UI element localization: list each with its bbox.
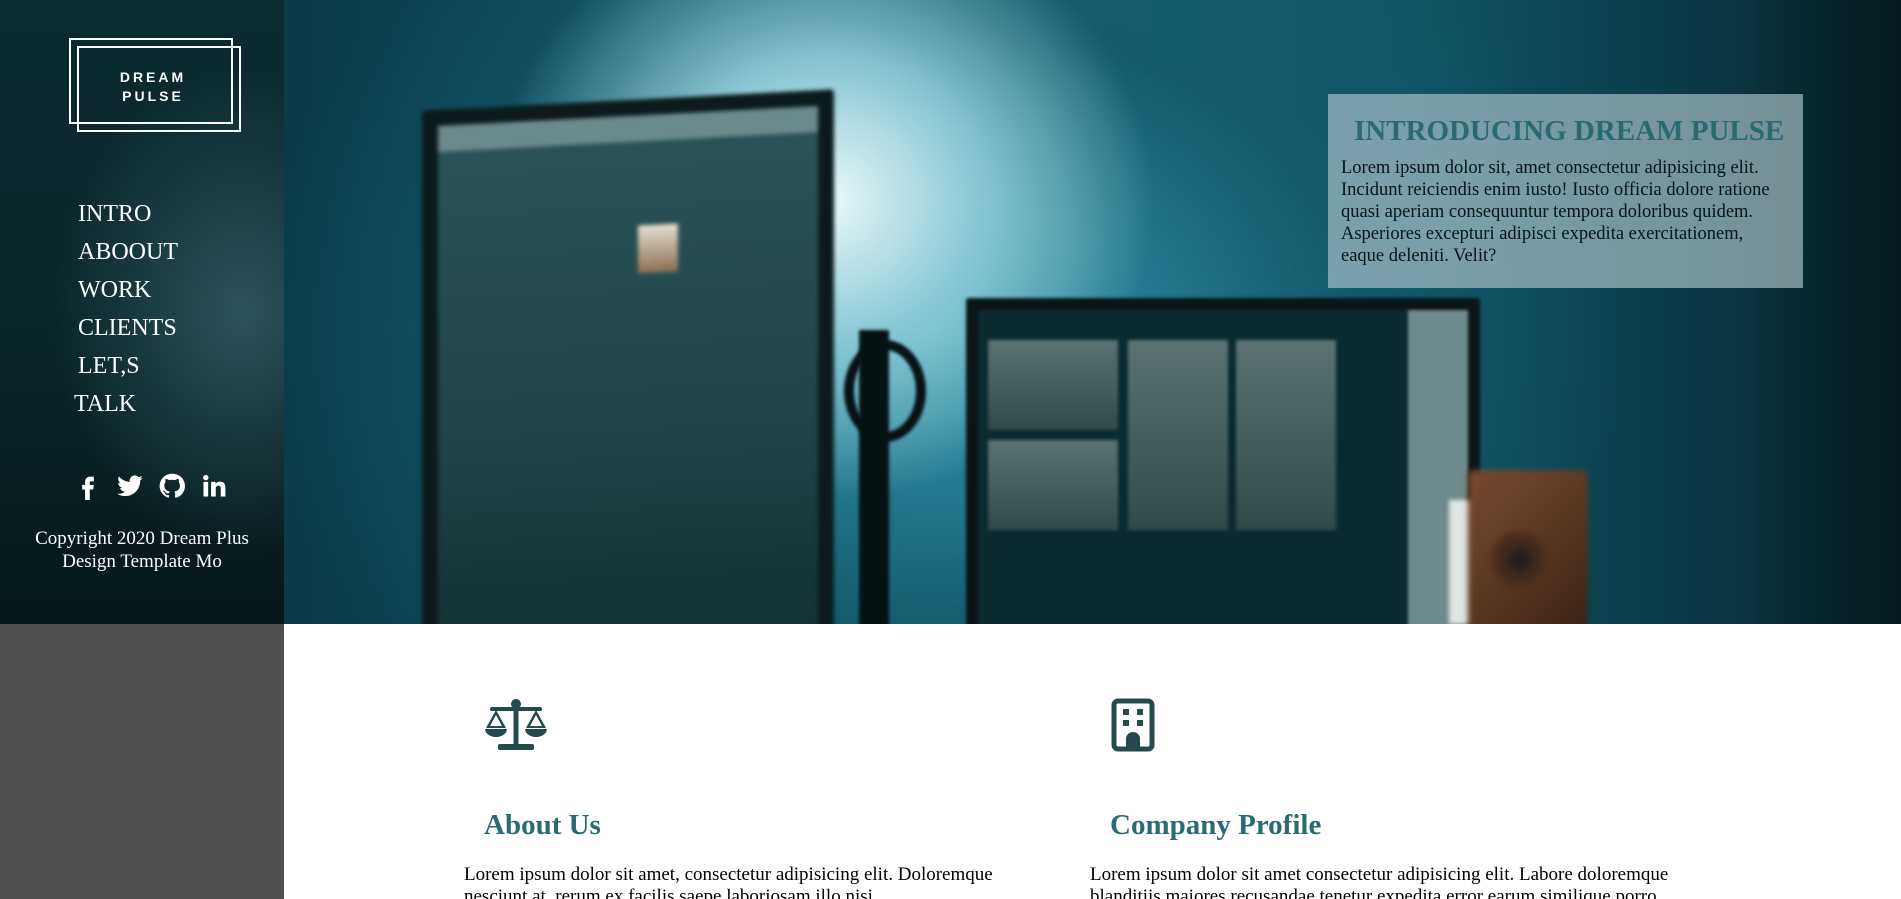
hero-image-speaker-cone (1490, 530, 1550, 590)
nav-item-clients[interactable]: CLIENTS (78, 309, 178, 347)
github-icon[interactable] (158, 472, 186, 500)
building-icon (1110, 698, 1156, 752)
facebook-icon[interactable] (74, 472, 102, 500)
nav-item-intro[interactable]: INTRO (78, 195, 178, 233)
sidebar-header-panel: DREAM PULSE INTRO ABOOUT WORK CLIENTS LE… (0, 0, 284, 624)
logo-line-1: DREAM (119, 69, 187, 85)
feature-text-about-us: Lorem ipsum dolor sit amet, consectetur … (464, 864, 993, 899)
monitor-left-thumbnail (638, 223, 678, 274)
hero-image-stand-ring (844, 340, 926, 442)
feature-title-about-us: About Us (484, 809, 601, 841)
main-nav: INTRO ABOOUT WORK CLIENTS LET,S TALK (74, 195, 178, 423)
copyright-line-1: Copyright 2020 Dream Plus (35, 528, 249, 549)
intro-card: INTRODUCING DREAM PULSE Lorem ipsum dolo… (1328, 94, 1803, 288)
monitor-pane (988, 440, 1118, 530)
twitter-icon[interactable] (116, 472, 144, 500)
balance-scale-icon (484, 698, 548, 752)
logo-text: DREAM PULSE (71, 68, 235, 106)
site-logo[interactable]: DREAM PULSE (69, 38, 241, 132)
intro-text: Lorem ipsum dolor sit, amet consectetur … (1341, 158, 1770, 266)
nav-item-lets[interactable]: LET,S (78, 347, 178, 385)
linkedin-icon[interactable] (200, 472, 228, 500)
nav-item-work[interactable]: WORK (78, 271, 178, 309)
hero-image-left-monitor (422, 89, 834, 624)
logo-line-2: PULSE (122, 88, 184, 104)
monitor-left-titlebar (438, 106, 818, 152)
sidebar: DREAM PULSE INTRO ABOOUT WORK CLIENTS LE… (0, 0, 284, 899)
copyright-line-2: Design Template Mo (62, 551, 222, 572)
social-links (74, 472, 228, 500)
monitor-pane (1128, 340, 1228, 530)
nav-item-about[interactable]: ABOOUT (78, 233, 178, 271)
monitor-pane (1236, 340, 1336, 530)
intro-title: INTRODUCING DREAM PULSE (1354, 115, 1785, 147)
hero-image-right-monitor (966, 298, 1480, 624)
features-section: About Us Lorem ipsum dolor sit amet, con… (284, 624, 1901, 899)
copyright-text: Copyright 2020 Dream Plus Design Templat… (0, 527, 284, 573)
page: DREAM PULSE INTRO ABOOUT WORK CLIENTS LE… (0, 0, 1901, 899)
monitor-pane (988, 340, 1118, 430)
nav-item-talk[interactable]: TALK (74, 385, 178, 423)
feature-text-company-profile: Lorem ipsum dolor sit amet consectetur a… (1090, 864, 1669, 899)
feature-title-company-profile: Company Profile (1110, 809, 1322, 841)
